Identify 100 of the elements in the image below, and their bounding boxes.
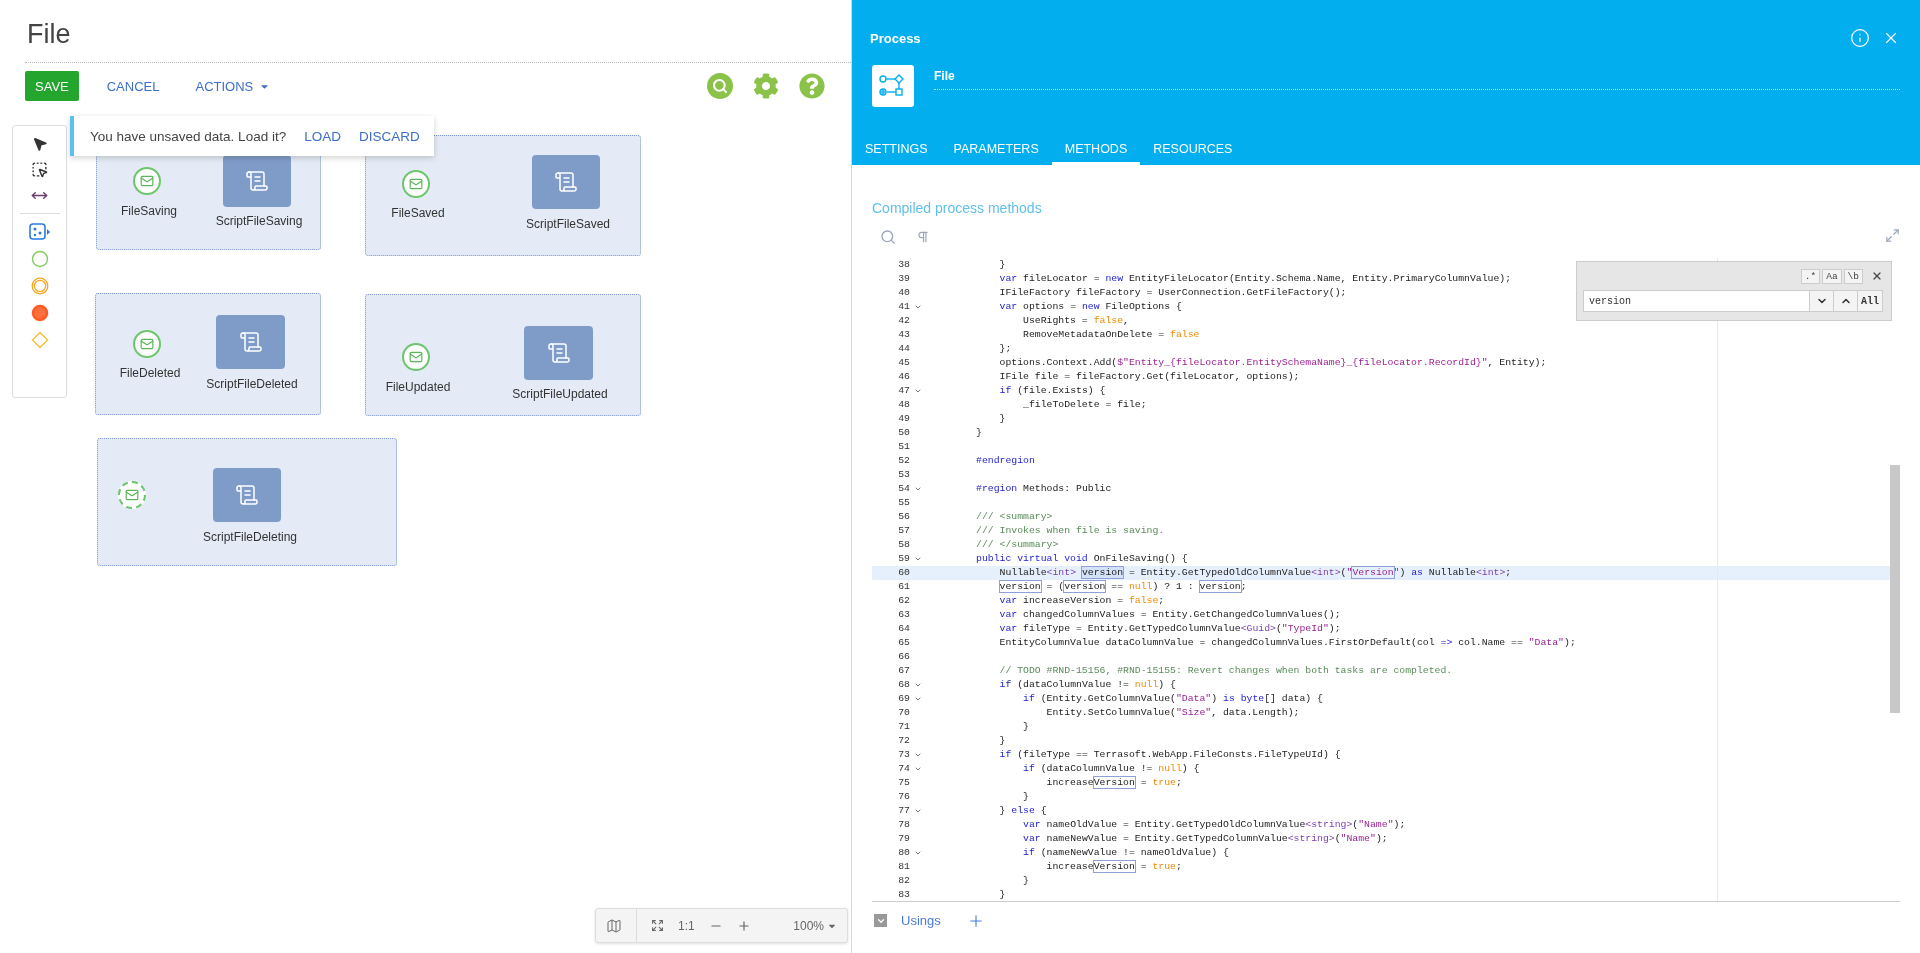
code-line: if (nameNewValue != nameOldValue) { — [1022, 846, 1229, 860]
line-number: 69 — [897, 692, 910, 706]
usings-link[interactable]: Usings — [901, 913, 941, 928]
line-number: 42 — [897, 314, 910, 328]
pilcrow-icon[interactable] — [916, 230, 930, 244]
script-task[interactable] — [524, 326, 593, 380]
info-icon[interactable] — [1850, 28, 1870, 48]
line-number: 66 — [897, 650, 910, 664]
code-line: if (Entity.GetColumnValue("Data") is byte[] data) { — [1022, 692, 1323, 706]
code-line: } — [975, 426, 982, 440]
code-line: #region Methods: Public — [975, 482, 1112, 496]
code-line: public virtual void OnFileSaving() { — [975, 552, 1188, 566]
load-link[interactable]: LOAD — [304, 128, 341, 144]
line-number: 52 — [897, 454, 910, 468]
code-line: EntityColumnValue dataColumnValue = changedColumnValues.FirstOrDefault(col => col.Name == "Data"); — [998, 636, 1576, 650]
code-line: var nameNewValue = Entity.GetTypedColumnValue<string>("Name"); — [1022, 832, 1388, 846]
line-number: 82 — [897, 874, 910, 888]
task-label: ScriptFileDeleted — [206, 377, 298, 391]
code-line: if (file.Exists) { — [998, 384, 1106, 398]
search-option-toggle[interactable]: Aa — [1822, 268, 1842, 284]
next-match-button[interactable] — [1809, 290, 1833, 312]
script-task[interactable] — [532, 155, 600, 209]
code-line: var options = new FileOptions { — [998, 300, 1182, 314]
ring-icon[interactable] — [30, 250, 49, 268]
line-number: 72 — [897, 734, 910, 748]
line-number: 70 — [897, 706, 910, 720]
task-label: ScriptFileSaving — [215, 214, 303, 228]
find-input[interactable]: version — [1583, 290, 1809, 312]
save-button[interactable]: SAVE — [25, 71, 79, 101]
search-option-toggle[interactable]: .* — [1800, 268, 1821, 284]
map-icon[interactable] — [606, 917, 622, 934]
line-number: 71 — [897, 720, 910, 734]
search-icon[interactable] — [880, 229, 896, 245]
scrollbar-thumb[interactable] — [1890, 465, 1900, 713]
line-number: 43 — [897, 328, 910, 342]
expand-icon[interactable] — [1885, 227, 1900, 243]
line-number: 41 — [897, 300, 910, 314]
code-line: #endregion — [975, 454, 1035, 468]
code-line: var fileType = Entity.GetTypedColumnValue<Guid>("TypeId"); — [998, 622, 1341, 636]
code-line: } — [1022, 790, 1029, 804]
code-line: } else { — [998, 804, 1047, 818]
envelope-icon — [140, 337, 154, 351]
code-line: } — [998, 888, 1006, 901]
task-label: ScriptFileSaved — [526, 217, 610, 231]
zoom-in-icon[interactable] — [736, 918, 751, 933]
line-number: 79 — [897, 832, 910, 846]
select-all-button[interactable]: All — [1857, 290, 1883, 312]
line-number: 49 — [897, 412, 910, 426]
scroll-icon — [235, 483, 259, 507]
double-ring-icon[interactable] — [30, 277, 49, 295]
task-label: ScriptFileDeleting — [203, 530, 297, 544]
pointer-icon[interactable] — [31, 136, 48, 152]
zoom-level-dropdown[interactable]: 100% — [793, 918, 837, 933]
code-line: } — [998, 734, 1006, 748]
line-number: 55 — [897, 496, 910, 510]
line-number: 83 — [897, 888, 910, 901]
line-number: 40 — [897, 286, 910, 300]
line-number: 76 — [897, 790, 910, 804]
diamond-icon[interactable] — [30, 331, 49, 349]
search-icon[interactable] — [707, 73, 733, 99]
line-number: 47 — [897, 384, 910, 398]
code-line: }; — [998, 342, 1012, 356]
discard-link[interactable]: DISCARD — [358, 128, 420, 144]
palette-icon[interactable] — [28, 223, 51, 241]
close-icon[interactable] — [1871, 270, 1883, 282]
scroll-icon — [238, 330, 263, 354]
actions-menu-button[interactable]: ACTIONS — [187, 71, 279, 101]
code-line: options.Context.Add($"Entity_{fileLocator.EntitySchemaName}_{fileLocator.RecordId}", Entity); — [998, 356, 1547, 370]
code-line: } — [998, 258, 1006, 272]
notice-text: You have unsaved data. Load it? — [90, 128, 287, 144]
event-label: FileUpdated — [385, 380, 451, 394]
line-number: 54 — [897, 482, 910, 496]
code-line: var fileLocator = new EntityFileLocator(Entity.Schema.Name, Entity.PrimaryColumnValue); — [998, 272, 1512, 286]
thick-ring-icon[interactable] — [30, 304, 49, 322]
help-icon[interactable] — [799, 73, 825, 99]
line-number: 75 — [897, 776, 910, 790]
code-line: _fileToDelete = file; — [1022, 398, 1147, 412]
code-line: /// </summary> — [975, 538, 1059, 552]
search-option-toggle[interactable]: \b — [1843, 268, 1863, 284]
line-number: 57 — [897, 524, 910, 538]
fit-icon[interactable] — [651, 919, 664, 932]
code-line: increaseVersion = true; — [1045, 860, 1182, 874]
script-task[interactable] — [223, 155, 291, 207]
collapse-button[interactable] — [874, 914, 887, 927]
code-line: if (dataColumnValue != null) { — [998, 678, 1176, 692]
cancel-button[interactable]: CANCEL — [98, 71, 168, 101]
line-number: 45 — [897, 356, 910, 370]
code-line: if (dataColumnValue != null) { — [1022, 762, 1200, 776]
previous-match-button[interactable] — [1833, 290, 1857, 312]
selection-icon[interactable] — [31, 161, 48, 178]
script-task[interactable] — [213, 468, 281, 522]
line-number: 44 — [897, 342, 910, 356]
code-line: UseRights = false, — [1022, 314, 1129, 328]
settings-icon[interactable] — [753, 73, 779, 99]
event-label: FileSaved — [391, 206, 445, 220]
actual-size-button[interactable]: 1:1 — [678, 918, 695, 933]
line-number: 39 — [897, 272, 910, 286]
code-line: if (fileType == Terrasoft.WebApp.FileConsts.FileTypeUId) { — [998, 748, 1341, 762]
script-task[interactable] — [216, 315, 285, 369]
code-line: increaseVersion = true; — [1045, 776, 1182, 790]
